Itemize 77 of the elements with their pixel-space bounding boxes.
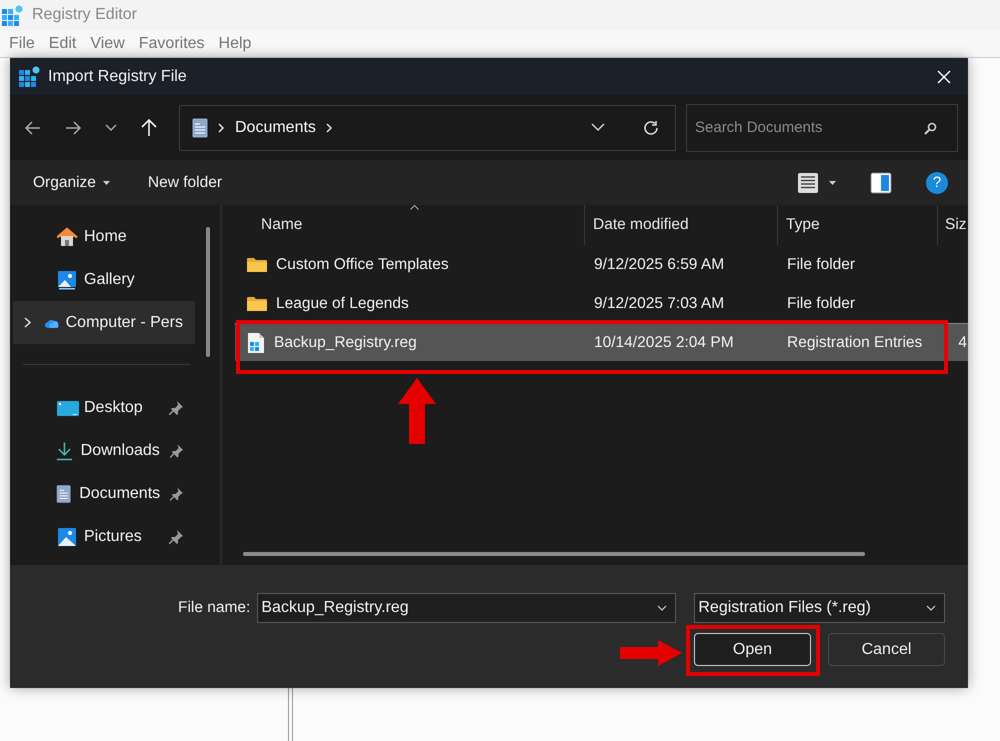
pin-icon <box>169 400 183 414</box>
forward-icon[interactable] <box>65 120 81 134</box>
menu-item[interactable]: File <box>2 34 42 52</box>
arrow-icon <box>398 378 436 444</box>
breadcrumb-item[interactable]: Documents <box>235 118 316 136</box>
toolbar-button[interactable]: New folder <box>148 174 222 192</box>
document-icon <box>192 118 208 138</box>
search-icon <box>924 122 937 134</box>
sidebar-item[interactable]: Desktop <box>13 386 195 429</box>
pin-icon <box>170 486 183 500</box>
file-name-field[interactable]: Backup_Registry.reg <box>257 593 676 623</box>
file-name: Backup_Registry.reg <box>274 334 417 352</box>
back-icon[interactable] <box>25 120 41 134</box>
caret-icon[interactable] <box>829 180 836 184</box>
address-bar[interactable]: Documents <box>179 104 676 150</box>
file-row[interactable]: Custom Office Templates 9/12/2025 6:59 AM File folder <box>235 245 968 284</box>
chevron-down-icon[interactable] <box>105 124 117 132</box>
help-button[interactable]: ? <box>926 172 948 194</box>
file-name: League of Legends <box>276 294 409 312</box>
menu-item[interactable]: View <box>83 34 132 52</box>
up-arrow-icon[interactable] <box>141 118 157 136</box>
chevron-right-icon[interactable] <box>24 317 32 328</box>
registry-file-icon <box>247 332 265 352</box>
column-header[interactable]: Name <box>235 205 585 245</box>
window-title: Registry Editor <box>32 6 137 24</box>
table-cell: 9/12/2025 7:03 AM <box>594 294 724 312</box>
preview-pane-icon[interactable] <box>870 172 892 194</box>
sidebar-item[interactable]: Downloads <box>13 429 195 472</box>
chevron-right-icon <box>326 122 333 132</box>
scrollbar[interactable] <box>243 552 865 556</box>
toolbar-button[interactable]: Organize <box>33 174 110 192</box>
file-name: Custom Office Templates <box>276 256 449 274</box>
home-icon <box>57 226 79 246</box>
pin-icon <box>169 530 183 544</box>
sidebar-item[interactable]: Pictures <box>13 515 195 558</box>
column-header[interactable]: Date modified <box>585 205 778 245</box>
sort-caret-icon <box>410 205 418 210</box>
chevron-down-icon <box>926 605 936 611</box>
sidebar-item[interactable]: Gallery <box>13 258 195 301</box>
chevron-right-icon <box>218 122 225 132</box>
sidebar-item[interactable]: Home <box>13 215 195 258</box>
column-header[interactable]: Siz <box>938 205 968 245</box>
menu-item[interactable]: Edit <box>42 34 84 52</box>
table-cell: 9/12/2025 6:59 AM <box>594 256 724 274</box>
open-button[interactable]: Open <box>694 633 811 666</box>
chevron-down-icon[interactable] <box>591 123 605 132</box>
sidebar-item[interactable]: Documents <box>13 472 195 515</box>
table-cell: 4 <box>958 334 967 352</box>
table-cell: Registration Entries <box>787 334 922 352</box>
folder-icon <box>247 256 267 272</box>
menu-item[interactable]: Help <box>212 34 258 52</box>
field-label: File name: <box>178 599 250 617</box>
sidebar-item[interactable]: Computer - Pers <box>13 301 195 344</box>
folder-icon <box>247 296 267 312</box>
picture-icon <box>57 526 79 546</box>
pin-icon <box>170 444 183 458</box>
refresh-icon[interactable] <box>643 120 659 136</box>
scrollbar[interactable] <box>206 227 210 357</box>
gallery-icon <box>57 270 79 290</box>
chevron-down-icon <box>657 605 668 611</box>
dialog-title: Import Registry File <box>48 68 187 86</box>
view-list-icon[interactable] <box>797 172 819 194</box>
table-cell: 10/14/2025 2:04 PM <box>594 334 734 352</box>
table-cell: File folder <box>787 294 856 312</box>
close-icon[interactable] <box>937 70 951 84</box>
file-type-dropdown[interactable]: Registration Files (*.reg) <box>694 593 946 623</box>
menu-item[interactable]: Favorites <box>132 34 212 52</box>
registry-icon <box>19 66 40 87</box>
column-header[interactable]: Type <box>778 205 938 245</box>
registry-icon <box>2 4 23 26</box>
table-cell: File folder <box>787 256 856 274</box>
search-field[interactable]: Search Documents <box>686 104 958 152</box>
file-row[interactable]: Backup_Registry.reg 10/14/2025 2:04 PM Registration Entries 4 <box>235 323 968 361</box>
file-row[interactable]: League of Legends 9/12/2025 7:03 AM File folder <box>235 284 968 323</box>
cancel-button[interactable]: Cancel <box>828 633 945 666</box>
caret-icon <box>102 180 110 184</box>
arrow-icon <box>620 640 682 666</box>
